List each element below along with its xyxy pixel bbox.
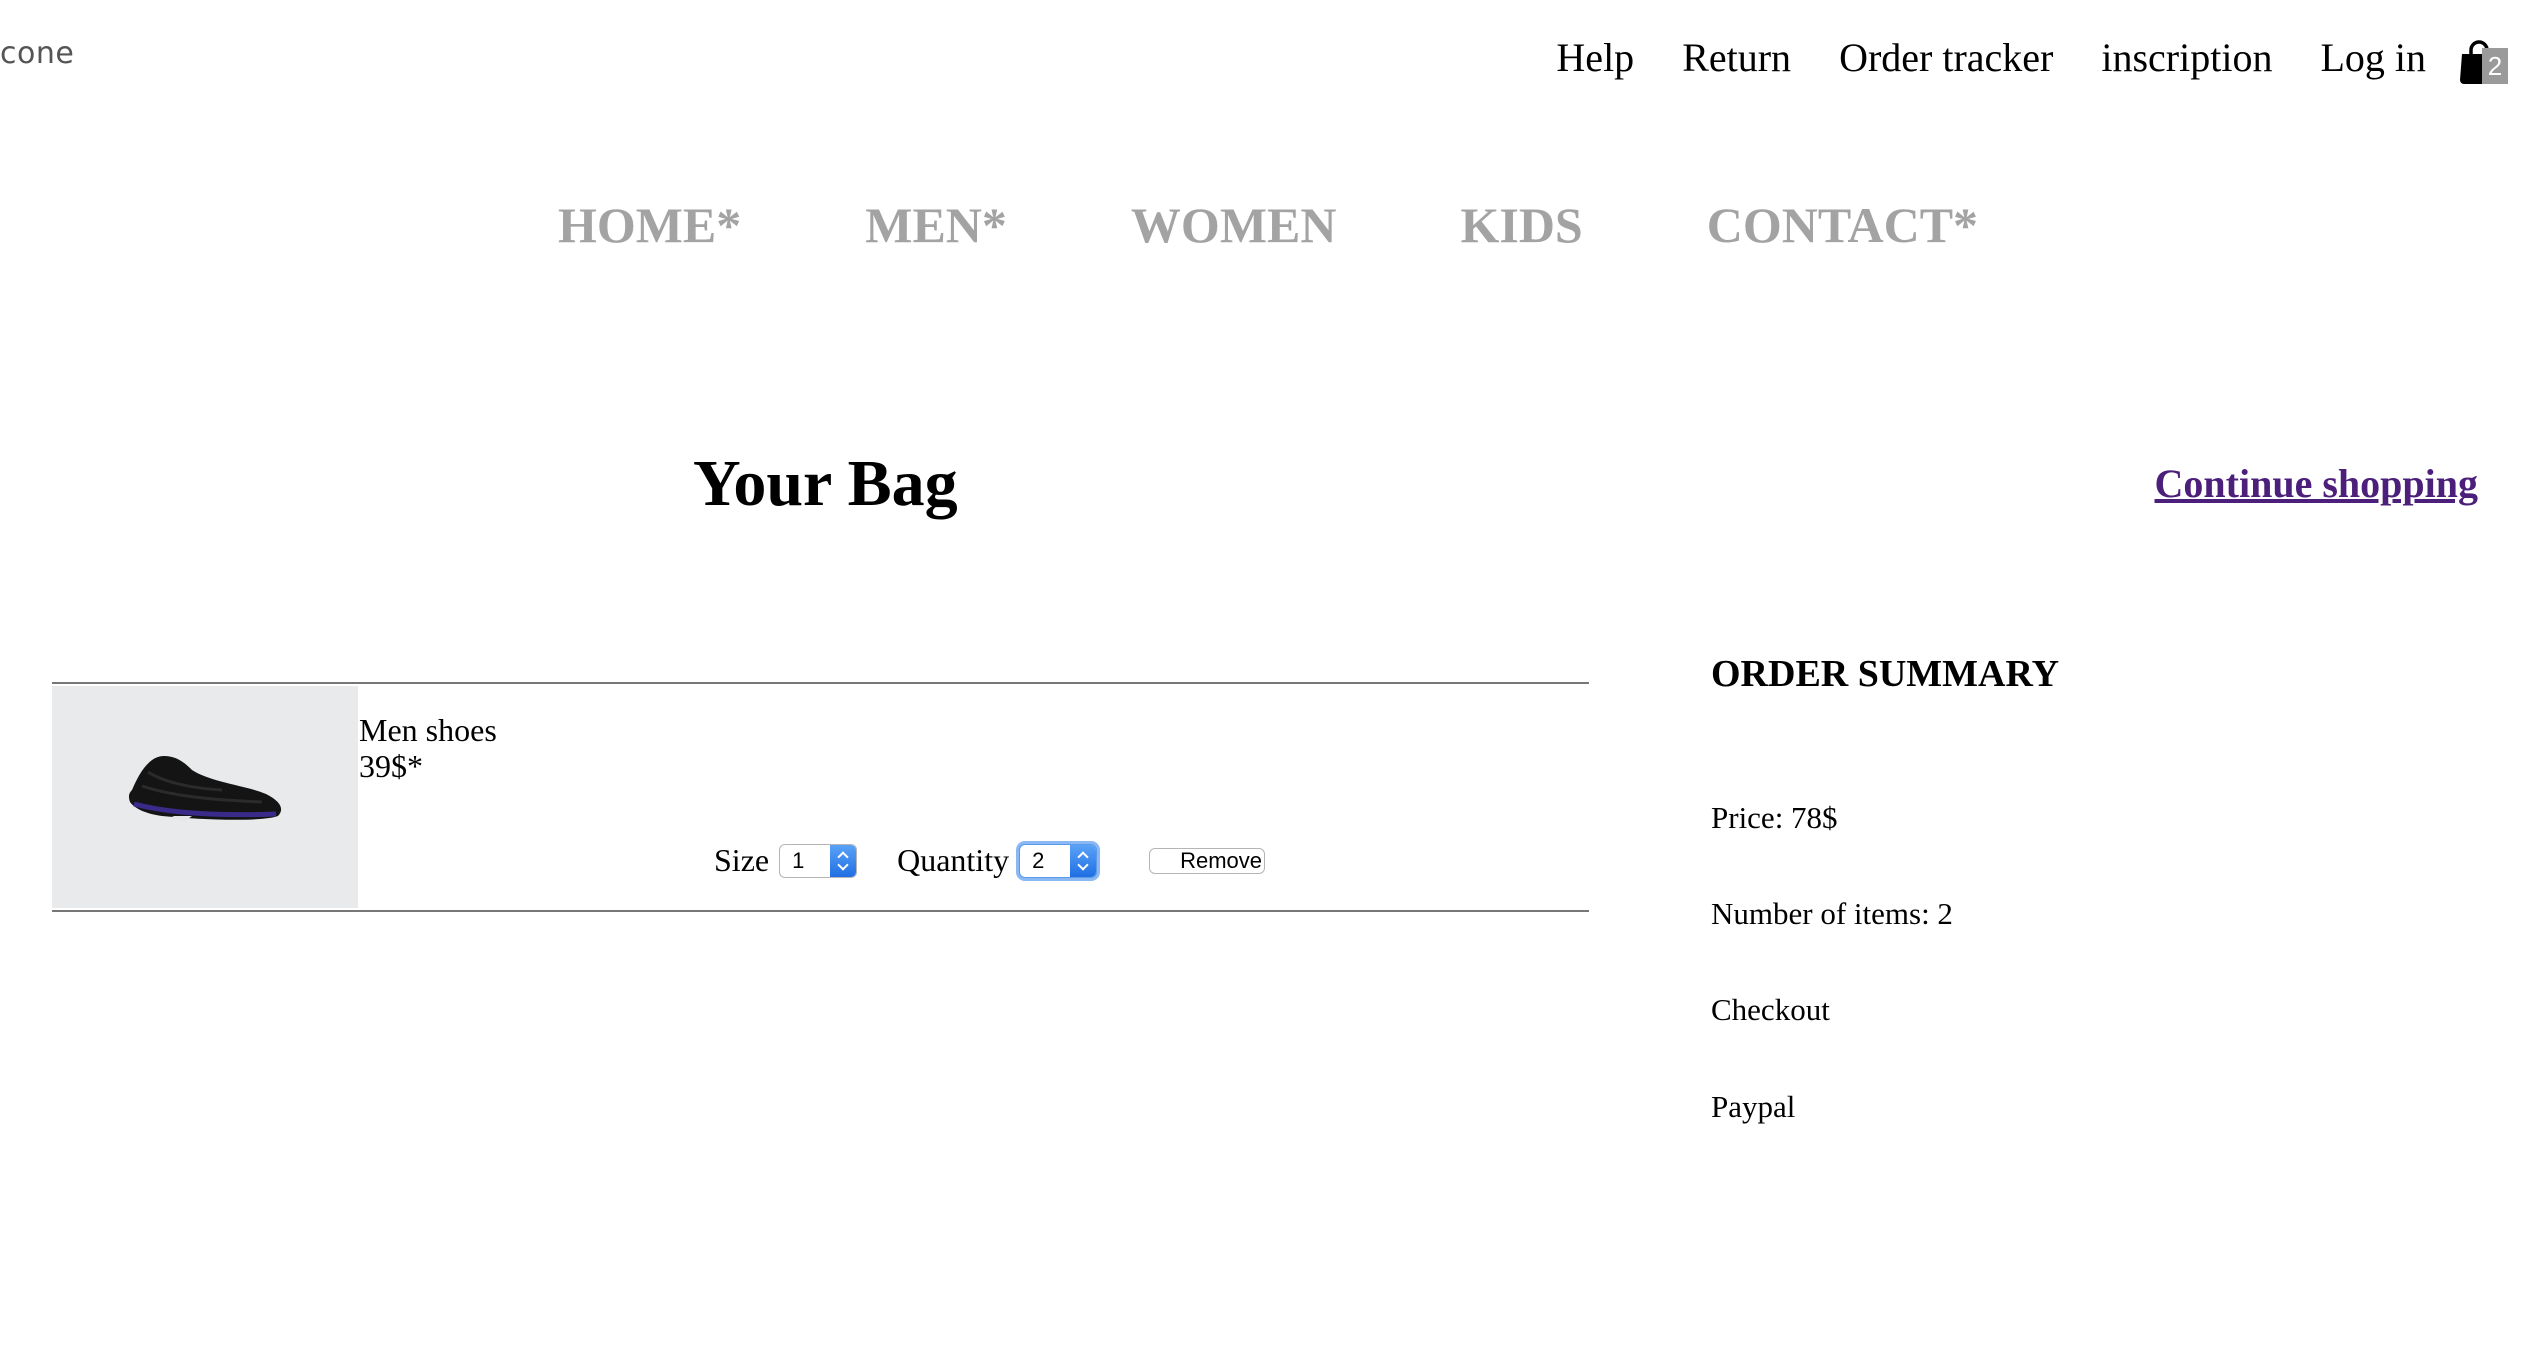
cart-button[interactable]: 2 bbox=[2458, 32, 2508, 92]
top-nav: Help Return Order tracker inscription Lo… bbox=[1508, 34, 2426, 81]
cart-count-badge: 2 bbox=[2482, 48, 2508, 84]
order-tracker-link[interactable]: Order tracker bbox=[1839, 34, 2053, 81]
size-value: 1 bbox=[792, 847, 805, 873]
nav-kids[interactable]: KIDS bbox=[1460, 196, 1582, 254]
cart-item-row: Men shoes 39$* Size 1 Quantity 2 Remove bbox=[52, 682, 1589, 912]
nav-contact[interactable]: CONTACT* bbox=[1707, 196, 1978, 254]
quantity-select[interactable]: 2 bbox=[1019, 843, 1098, 878]
checkout-button[interactable]: Checkout bbox=[1711, 992, 1830, 1028]
quantity-value: 2 bbox=[1032, 847, 1045, 873]
size-label: Size bbox=[714, 842, 770, 878]
login-link[interactable]: Log in bbox=[2320, 34, 2426, 81]
quantity-label: Quantity bbox=[897, 842, 1010, 878]
help-link[interactable]: Help bbox=[1556, 34, 1634, 81]
remove-button[interactable]: Remove bbox=[1149, 847, 1265, 874]
nav-men[interactable]: MEN* bbox=[865, 196, 1007, 254]
nav-women[interactable]: WOMEN bbox=[1131, 196, 1337, 254]
product-image[interactable] bbox=[52, 686, 358, 908]
select-arrows-icon bbox=[1070, 844, 1097, 877]
brand-logo[interactable]: cone bbox=[0, 36, 74, 71]
product-price: 39$* bbox=[359, 748, 423, 784]
select-arrows-icon bbox=[830, 844, 857, 877]
page-title: Your Bag bbox=[693, 447, 958, 520]
summary-item-count: Number of items: 2 bbox=[1711, 896, 1953, 931]
nav-home[interactable]: HOME* bbox=[558, 196, 741, 254]
main-nav: HOME* MEN* WOMEN KIDS CONTACT* bbox=[0, 196, 2536, 254]
shoe-image bbox=[128, 756, 282, 822]
summary-price: Price: 78$ bbox=[1711, 800, 1838, 835]
product-name[interactable]: Men shoes bbox=[359, 712, 497, 748]
return-link[interactable]: Return bbox=[1682, 34, 1791, 81]
paypal-button[interactable]: Paypal bbox=[1711, 1089, 1795, 1125]
continue-shopping-link[interactable]: Continue shopping bbox=[2155, 460, 2478, 507]
size-select[interactable]: 1 bbox=[779, 843, 858, 878]
order-summary-title: ORDER SUMMARY bbox=[1711, 653, 2060, 695]
inscription-link[interactable]: inscription bbox=[2101, 34, 2272, 81]
item-controls: Size 1 Quantity 2 Remove bbox=[714, 842, 1265, 879]
